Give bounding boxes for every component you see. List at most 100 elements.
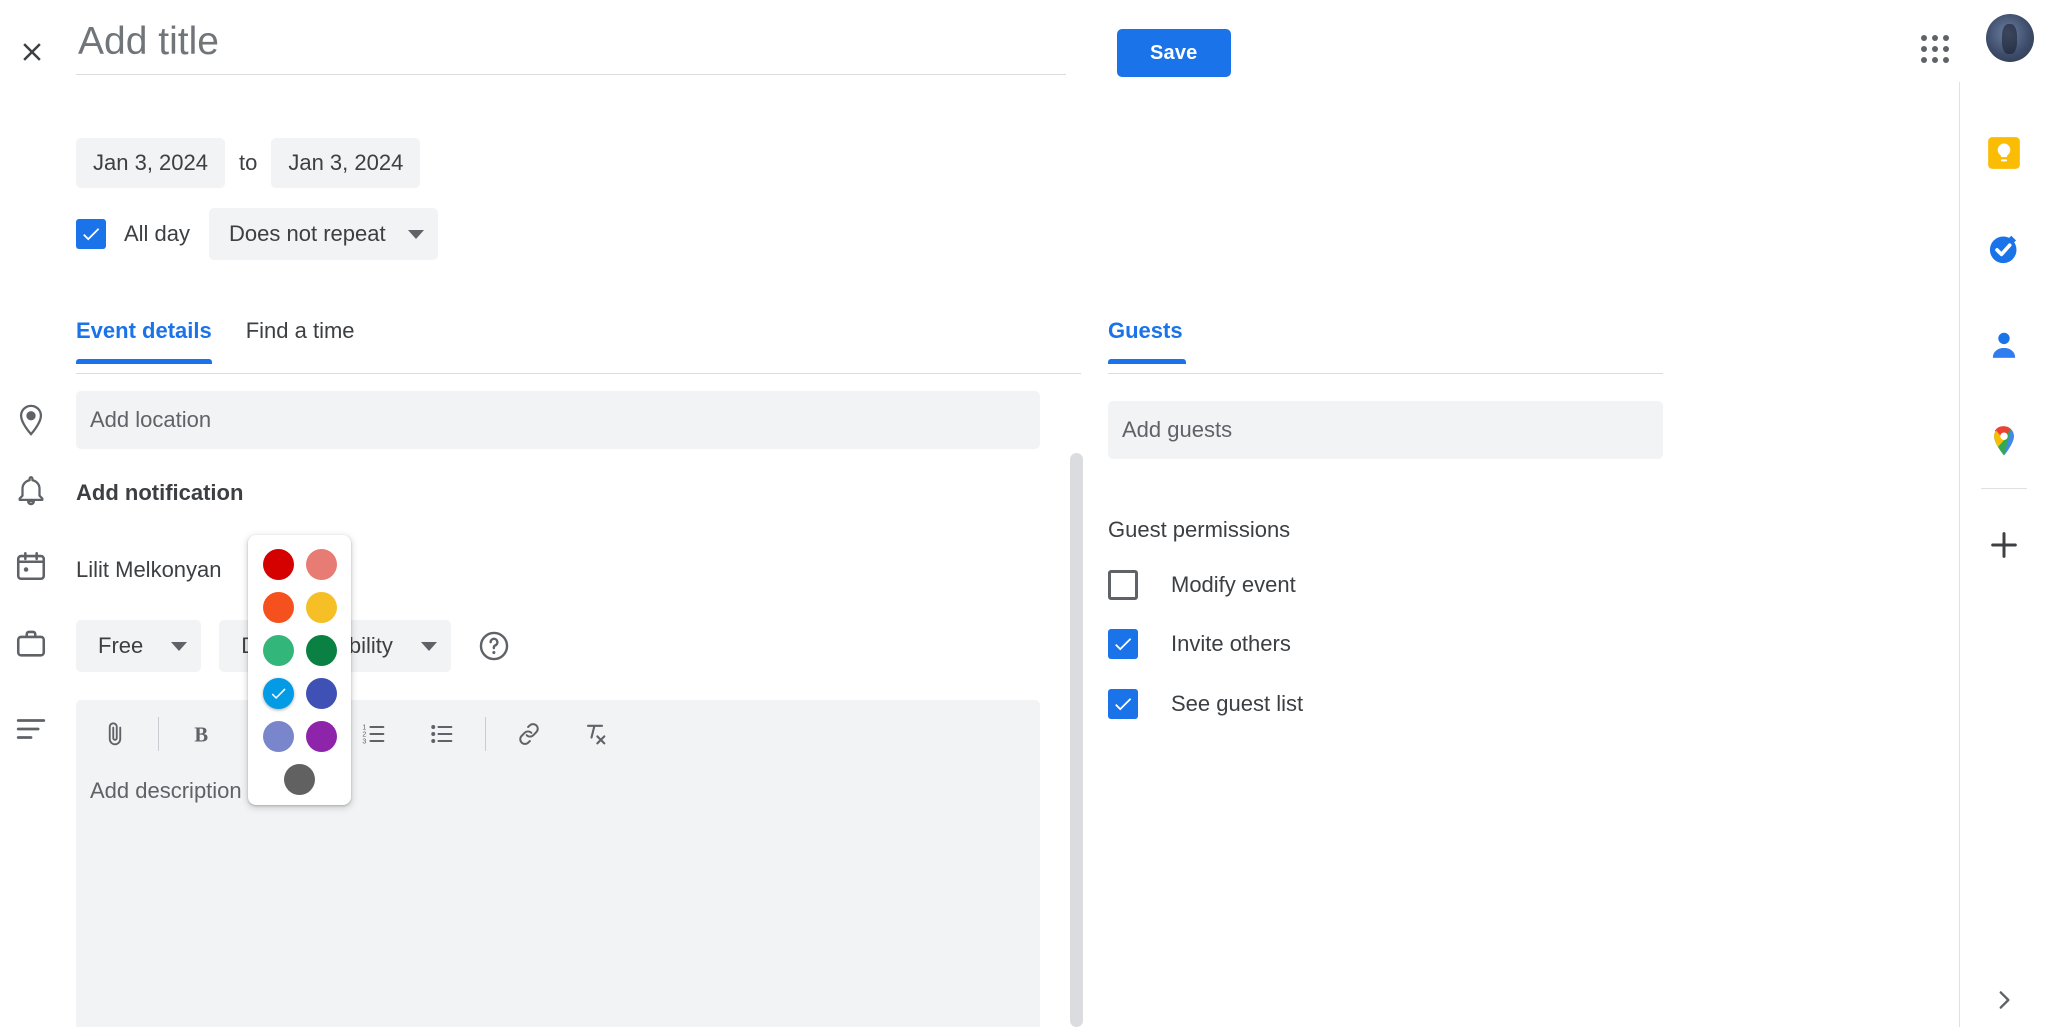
google-keep-button[interactable] [1981, 130, 2027, 176]
start-date-button[interactable]: Jan 3, 2024 [76, 138, 225, 188]
all-day-checkbox[interactable] [76, 219, 106, 249]
svg-text:1: 1 [362, 724, 366, 731]
get-addons-button[interactable] [1981, 522, 2027, 568]
save-button[interactable]: Save [1117, 29, 1231, 77]
editor-toolbar: B 1 2 3 [76, 700, 1040, 768]
color-swatch-tangerine[interactable] [262, 592, 294, 623]
modify-event-label: Modify event [1171, 572, 1296, 597]
check-icon [271, 688, 286, 700]
toolbar-separator-2 [485, 717, 486, 751]
event-title-input[interactable] [76, 20, 1066, 75]
google-maps-button[interactable] [1981, 418, 2027, 464]
side-panel-rail [1959, 82, 2048, 1027]
bold-icon: B [194, 725, 208, 747]
location-input[interactable]: Add location [76, 391, 1040, 449]
attach-file-button[interactable] [90, 709, 140, 759]
description-placeholder: Add description [90, 778, 242, 803]
guest-permissions-title: Guest permissions [1108, 517, 1291, 542]
color-swatch-grape[interactable] [305, 721, 337, 752]
description-lines-icon [16, 719, 46, 739]
google-apps-button[interactable] [1904, 18, 1966, 80]
remove-formatting-button[interactable] [570, 709, 620, 759]
tab-event-details[interactable]: Event details [76, 318, 212, 364]
remove-formatting-icon [586, 724, 606, 745]
rail-divider [1981, 488, 2027, 489]
invite-others-label: Invite others [1171, 631, 1291, 656]
all-day-label: All day [124, 221, 191, 246]
event-color-picker[interactable] [248, 535, 351, 805]
google-tasks-button[interactable] [1981, 226, 2027, 272]
add-guests-input[interactable]: Add guests [1108, 401, 1663, 459]
insert-link-button[interactable] [504, 709, 554, 759]
check-icon [1115, 698, 1132, 711]
busy-value: Free [98, 633, 144, 658]
color-swatch-banana[interactable] [305, 592, 337, 623]
color-swatch-flamingo[interactable] [305, 549, 337, 580]
user-avatar[interactable] [1986, 14, 2034, 62]
expand-side-panel-button[interactable] [1981, 977, 2027, 1023]
top-bar: Save [0, 0, 2048, 100]
invite-others-checkbox[interactable] [1108, 629, 1138, 659]
permission-invite-others[interactable]: Invite others [1108, 629, 1291, 659]
tab-find-a-time[interactable]: Find a time [246, 318, 355, 364]
date-row: Jan 3, 2024 to Jan 3, 2024 [76, 138, 421, 188]
date-to-label: to [238, 150, 258, 175]
modify-event-checkbox[interactable] [1108, 570, 1138, 600]
chevron-down-icon [171, 641, 188, 651]
attach-file-icon [108, 722, 122, 746]
bulleted-list-button[interactable] [417, 709, 467, 759]
tab-guests[interactable]: Guests [1108, 318, 1186, 364]
color-swatch-sage[interactable] [262, 635, 294, 666]
bold-button[interactable]: B [177, 709, 227, 759]
repeat-dropdown[interactable]: Does not repeat [209, 208, 438, 260]
calendar-icon [16, 551, 46, 581]
see-guest-list-checkbox[interactable] [1108, 689, 1138, 719]
permission-modify-event[interactable]: Modify event [1108, 570, 1296, 600]
all-day-row: All day Does not repeat [76, 208, 438, 260]
close-button[interactable] [8, 28, 56, 76]
help-circle-icon[interactable] [477, 629, 511, 663]
chevron-down-icon [407, 229, 424, 239]
end-date-button[interactable]: Jan 3, 2024 [271, 138, 421, 188]
color-swatch-peacock[interactable] [262, 678, 294, 709]
details-scrollbar[interactable] [1070, 453, 1083, 1027]
detail-tabs: Event details Find a time [76, 318, 355, 364]
numbered-list-icon: 1 2 3 [362, 724, 385, 745]
close-icon [23, 43, 41, 61]
svg-text:2: 2 [362, 731, 366, 738]
add-notification-button[interactable]: Add notification [76, 480, 243, 506]
chevron-down-icon [420, 641, 437, 651]
repeat-value: Does not repeat [229, 221, 386, 246]
briefcase-availability-icon [16, 630, 46, 657]
guests-tabs: Guests [1108, 318, 1186, 364]
color-swatch-graphite[interactable] [284, 764, 315, 795]
google-keep-icon [1988, 137, 2020, 169]
bell-notification-icon [18, 476, 44, 506]
chevron-right-icon [1999, 991, 2010, 1009]
numbered-list-button[interactable]: 1 2 3 [349, 709, 399, 759]
color-swatch-lavender[interactable] [262, 721, 294, 752]
busy-free-dropdown[interactable]: Free [76, 620, 202, 672]
google-contacts-button[interactable] [1981, 322, 2027, 368]
location-placeholder: Add location [90, 407, 212, 432]
bulleted-list-icon [431, 725, 453, 743]
see-guest-list-label: See guest list [1171, 691, 1304, 716]
tabs-underline [76, 373, 1081, 374]
google-maps-icon [1994, 426, 2014, 456]
calendar-event-editor: Save Jan 3, 2024 to Jan 3, 2024 All day … [0, 0, 2048, 1027]
guests-tabs-underline [1108, 373, 1663, 374]
permission-see-guest-list[interactable]: See guest list [1108, 689, 1303, 719]
check-icon [83, 228, 100, 241]
google-contacts-icon [1992, 332, 2016, 358]
description-editor[interactable]: B 1 2 3 Add description [76, 700, 1040, 1027]
calendar-owner-label: Lilit Melkonyan [76, 557, 222, 582]
event-title-wrapper [76, 20, 1076, 75]
svg-text:3: 3 [362, 738, 366, 745]
insert-link-icon [519, 723, 539, 745]
color-swatch-basil[interactable] [305, 635, 337, 666]
location-pin-icon [19, 404, 43, 436]
toolbar-separator [158, 717, 159, 751]
color-swatch-tomato[interactable] [262, 549, 294, 580]
apps-grid-icon [1921, 35, 1927, 41]
color-swatch-blueberry[interactable] [305, 678, 337, 709]
